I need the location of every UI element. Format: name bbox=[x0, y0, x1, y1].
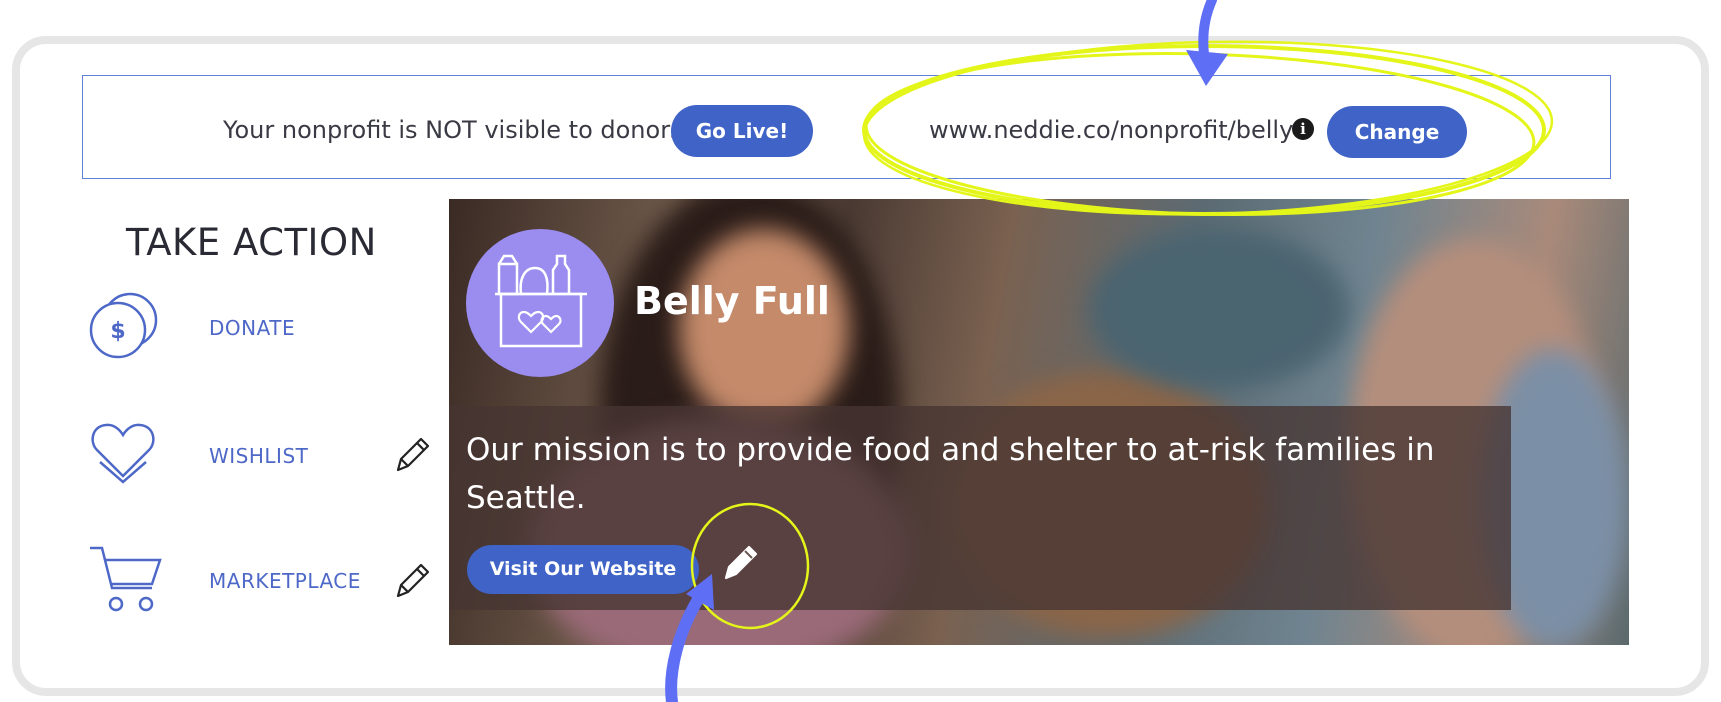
visibility-status-text: Your nonprofit is NOT visible to donors bbox=[223, 116, 683, 144]
org-name: Belly Full bbox=[634, 279, 830, 323]
sidebar-item-donate[interactable]: DONATE bbox=[209, 316, 295, 340]
donate-coins-icon[interactable]: $ bbox=[86, 288, 164, 364]
info-icon[interactable]: i bbox=[1292, 118, 1314, 140]
nonprofit-url: www.neddie.co/nonprofit/belly bbox=[929, 116, 1294, 144]
mission-statement: Our mission is to provide food and shelt… bbox=[466, 432, 1435, 516]
edit-mission-pencil-icon[interactable] bbox=[720, 540, 760, 584]
sidebar-item-marketplace[interactable]: MARKETPLACE bbox=[209, 569, 361, 593]
change-url-button[interactable]: Change bbox=[1327, 106, 1467, 158]
go-live-button[interactable]: Go Live! bbox=[671, 105, 813, 157]
sidebar-item-wishlist[interactable]: WISHLIST bbox=[209, 444, 308, 468]
cart-icon[interactable] bbox=[86, 544, 166, 614]
edit-marketplace-pencil-icon[interactable] bbox=[392, 558, 432, 602]
grocery-box-heart-icon bbox=[495, 254, 587, 348]
visit-website-button[interactable]: Visit Our Website bbox=[467, 545, 699, 594]
edit-wishlist-pencil-icon[interactable] bbox=[392, 432, 432, 476]
svg-text:$: $ bbox=[110, 319, 125, 344]
take-action-title: TAKE ACTION bbox=[126, 221, 377, 264]
heart-icon[interactable] bbox=[90, 418, 156, 484]
